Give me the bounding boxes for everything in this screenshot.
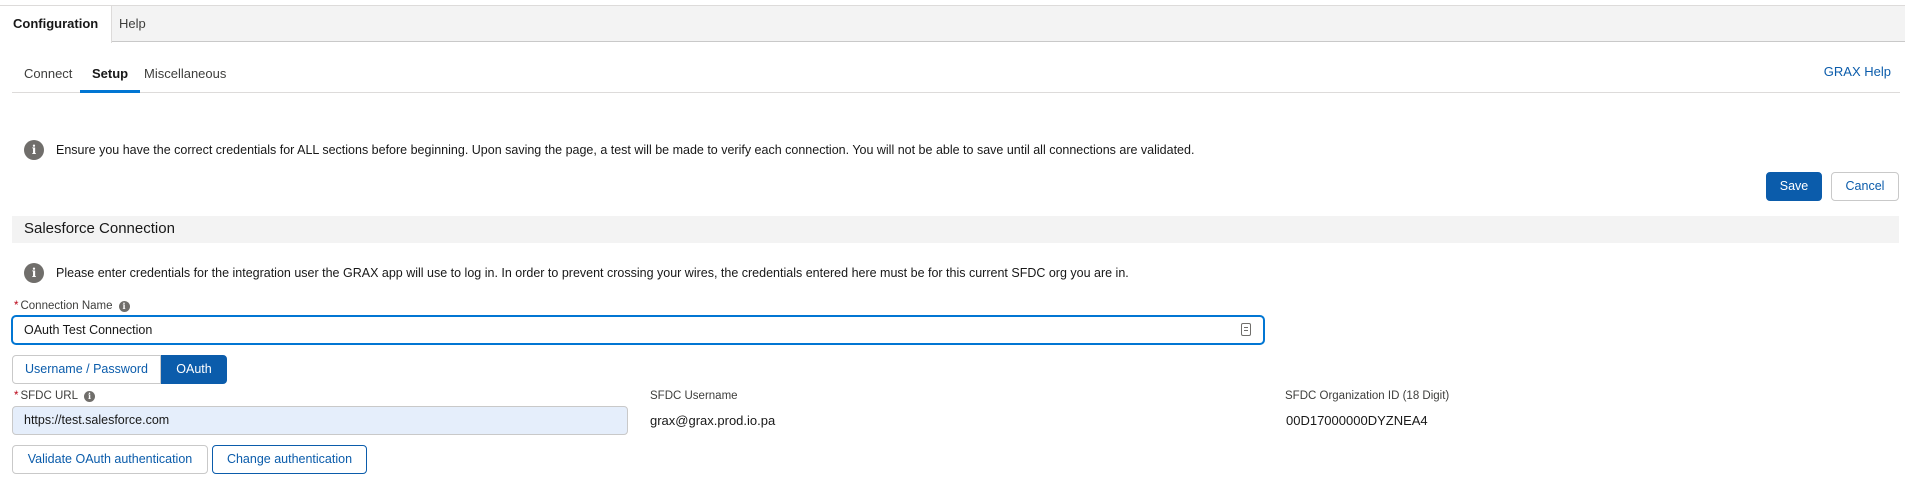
- username-password-toggle[interactable]: Username / Password: [12, 355, 161, 384]
- sub-tab-bar: Connect Setup Miscellaneous: [12, 56, 1900, 93]
- tab-configuration[interactable]: Configuration: [0, 6, 113, 43]
- grax-help-link[interactable]: GRAX Help: [1824, 64, 1891, 79]
- top-tab-bar: Configuration Help: [0, 5, 1905, 43]
- info-banner-text: Ensure you have the correct credentials …: [56, 143, 1195, 157]
- change-authentication-button[interactable]: Change authentication: [212, 445, 367, 474]
- tab-miscellaneous[interactable]: Miscellaneous: [132, 56, 238, 93]
- salesforce-connection-header: Salesforce Connection: [12, 216, 1899, 243]
- cancel-button[interactable]: Cancel: [1831, 172, 1899, 201]
- info-icon: i: [24, 140, 44, 160]
- clipboard-icon[interactable]: [1241, 323, 1251, 336]
- connection-name-input[interactable]: OAuth Test Connection: [12, 316, 1264, 344]
- salesforce-info-text: Please enter credentials for the integra…: [56, 266, 1129, 280]
- sfdc-url-label: * SFDC URL i: [14, 390, 95, 402]
- sfdc-org-id-value: 00D17000000DYZNEA4: [1286, 413, 1428, 428]
- sfdc-username-label: SFDC Username: [650, 390, 738, 402]
- info-icon: i: [24, 263, 44, 283]
- sfdc-username-value: grax@grax.prod.io.pa: [650, 413, 776, 428]
- sfdc-org-id-label: SFDC Organization ID (18 Digit): [1285, 390, 1450, 402]
- sfdc-url-field[interactable]: https://test.salesforce.com: [12, 406, 628, 435]
- required-marker: *: [14, 300, 19, 312]
- section-title: Salesforce Connection: [24, 220, 175, 237]
- info-icon[interactable]: i: [118, 301, 130, 312]
- validate-oauth-button[interactable]: Validate OAuth authentication: [12, 445, 208, 474]
- tab-connect[interactable]: Connect: [12, 56, 84, 93]
- connection-name-label: * Connection Name i: [14, 300, 130, 312]
- save-button[interactable]: Save: [1766, 172, 1822, 201]
- required-marker: *: [14, 390, 19, 402]
- info-icon[interactable]: i: [84, 391, 95, 402]
- tab-help[interactable]: Help: [106, 6, 159, 42]
- oauth-toggle[interactable]: OAuth: [161, 355, 227, 384]
